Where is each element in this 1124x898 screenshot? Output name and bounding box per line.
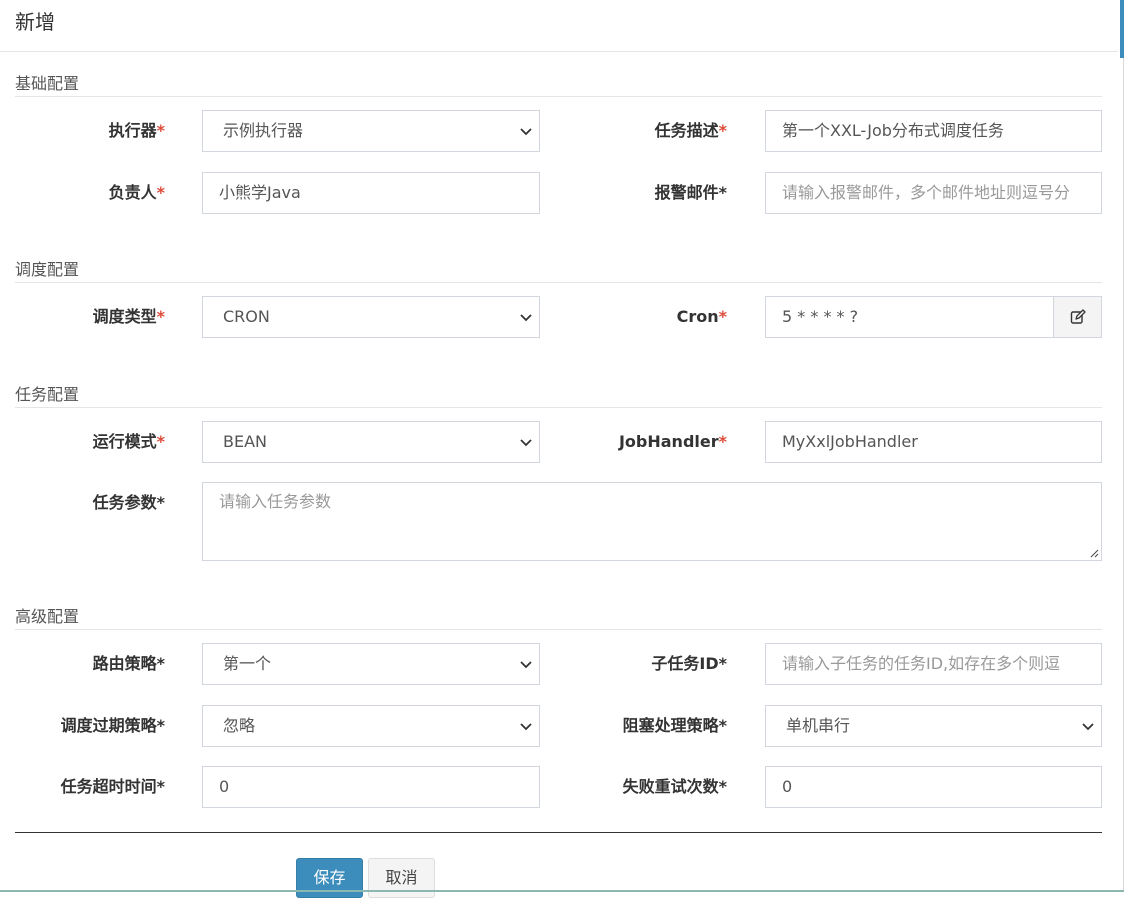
- job-param-placeholder: 请输入任务参数: [219, 492, 332, 511]
- alarm-email-input[interactable]: 请输入报警邮件，多个邮件地址则逗号分: [765, 172, 1102, 214]
- executor-select[interactable]: 示例执行器: [202, 110, 540, 152]
- owner-input[interactable]: 小熊学Java: [202, 172, 540, 214]
- fail-retry-label: 失败重试次数*: [622, 777, 727, 796]
- chevron-down-icon: [520, 439, 532, 447]
- chevron-down-icon: [520, 723, 532, 731]
- job-desc-label: 任务描述*: [654, 121, 727, 140]
- scroll-edge-accent: [1120, 0, 1124, 58]
- executor-label: 执行器*: [108, 121, 165, 140]
- owner-label: 负责人*: [108, 183, 165, 202]
- alarm-email-label: 报警邮件*: [654, 183, 727, 202]
- save-button[interactable]: 保存: [296, 858, 363, 898]
- chevron-down-icon: [520, 128, 532, 136]
- resize-handle-icon[interactable]: [1089, 548, 1099, 558]
- route-strategy-label: 路由策略*: [92, 654, 165, 673]
- job-param-textarea[interactable]: 请输入任务参数: [202, 482, 1102, 561]
- job-handler-label: JobHandler*: [618, 432, 727, 451]
- block-strategy-select[interactable]: 单机串行: [765, 705, 1102, 747]
- section-title-task: 任务配置: [15, 384, 1102, 408]
- misfire-strategy-select-value: 忽略: [223, 716, 256, 735]
- section-title-basic: 基础配置: [15, 73, 1102, 97]
- edit-icon: [1070, 309, 1086, 324]
- cron-input[interactable]: 5 * * * * ?: [765, 296, 1054, 338]
- child-job-id-input[interactable]: 请输入子任务的任务ID,如存在多个则逗: [765, 643, 1102, 685]
- run-mode-label: 运行模式*: [92, 432, 165, 451]
- route-strategy-select[interactable]: 第一个: [202, 643, 540, 685]
- job-desc-input[interactable]: 第一个XXL-Job分布式调度任务: [765, 110, 1102, 152]
- schedule-type-select[interactable]: CRON: [202, 296, 540, 338]
- chevron-down-icon: [520, 314, 532, 322]
- cron-label: Cron*: [676, 307, 727, 326]
- block-strategy-select-value: 单机串行: [786, 716, 851, 735]
- schedule-type-label: 调度类型*: [92, 307, 165, 326]
- route-strategy-select-value: 第一个: [223, 654, 272, 673]
- form-divider: [15, 832, 1102, 833]
- chevron-down-icon: [520, 661, 532, 669]
- block-strategy-label: 阻塞处理策略*: [622, 716, 727, 735]
- timeout-input[interactable]: 0: [202, 766, 540, 808]
- job-handler-input[interactable]: MyXxlJobHandler: [765, 421, 1102, 463]
- cron-edit-button[interactable]: [1053, 296, 1102, 338]
- section-title-schedule: 调度配置: [15, 259, 1102, 283]
- child-job-id-label: 子任务ID*: [651, 654, 727, 673]
- modal-header: 新增: [0, 0, 1118, 52]
- chevron-down-icon: [1082, 723, 1094, 731]
- schedule-type-select-value: CRON: [223, 307, 270, 326]
- cancel-button[interactable]: 取消: [368, 858, 435, 898]
- misfire-strategy-label: 调度过期策略*: [60, 716, 165, 735]
- timeout-label: 任务超时时间*: [60, 777, 165, 796]
- job-param-label: 任务参数*: [92, 493, 165, 512]
- run-mode-select[interactable]: BEAN: [202, 421, 540, 463]
- run-mode-select-value: BEAN: [223, 432, 267, 451]
- fail-retry-input[interactable]: 0: [765, 766, 1102, 808]
- misfire-strategy-select[interactable]: 忽略: [202, 705, 540, 747]
- modal-title: 新增: [15, 10, 55, 34]
- section-title-advanced: 高级配置: [15, 606, 1102, 630]
- executor-select-value: 示例执行器: [223, 121, 304, 140]
